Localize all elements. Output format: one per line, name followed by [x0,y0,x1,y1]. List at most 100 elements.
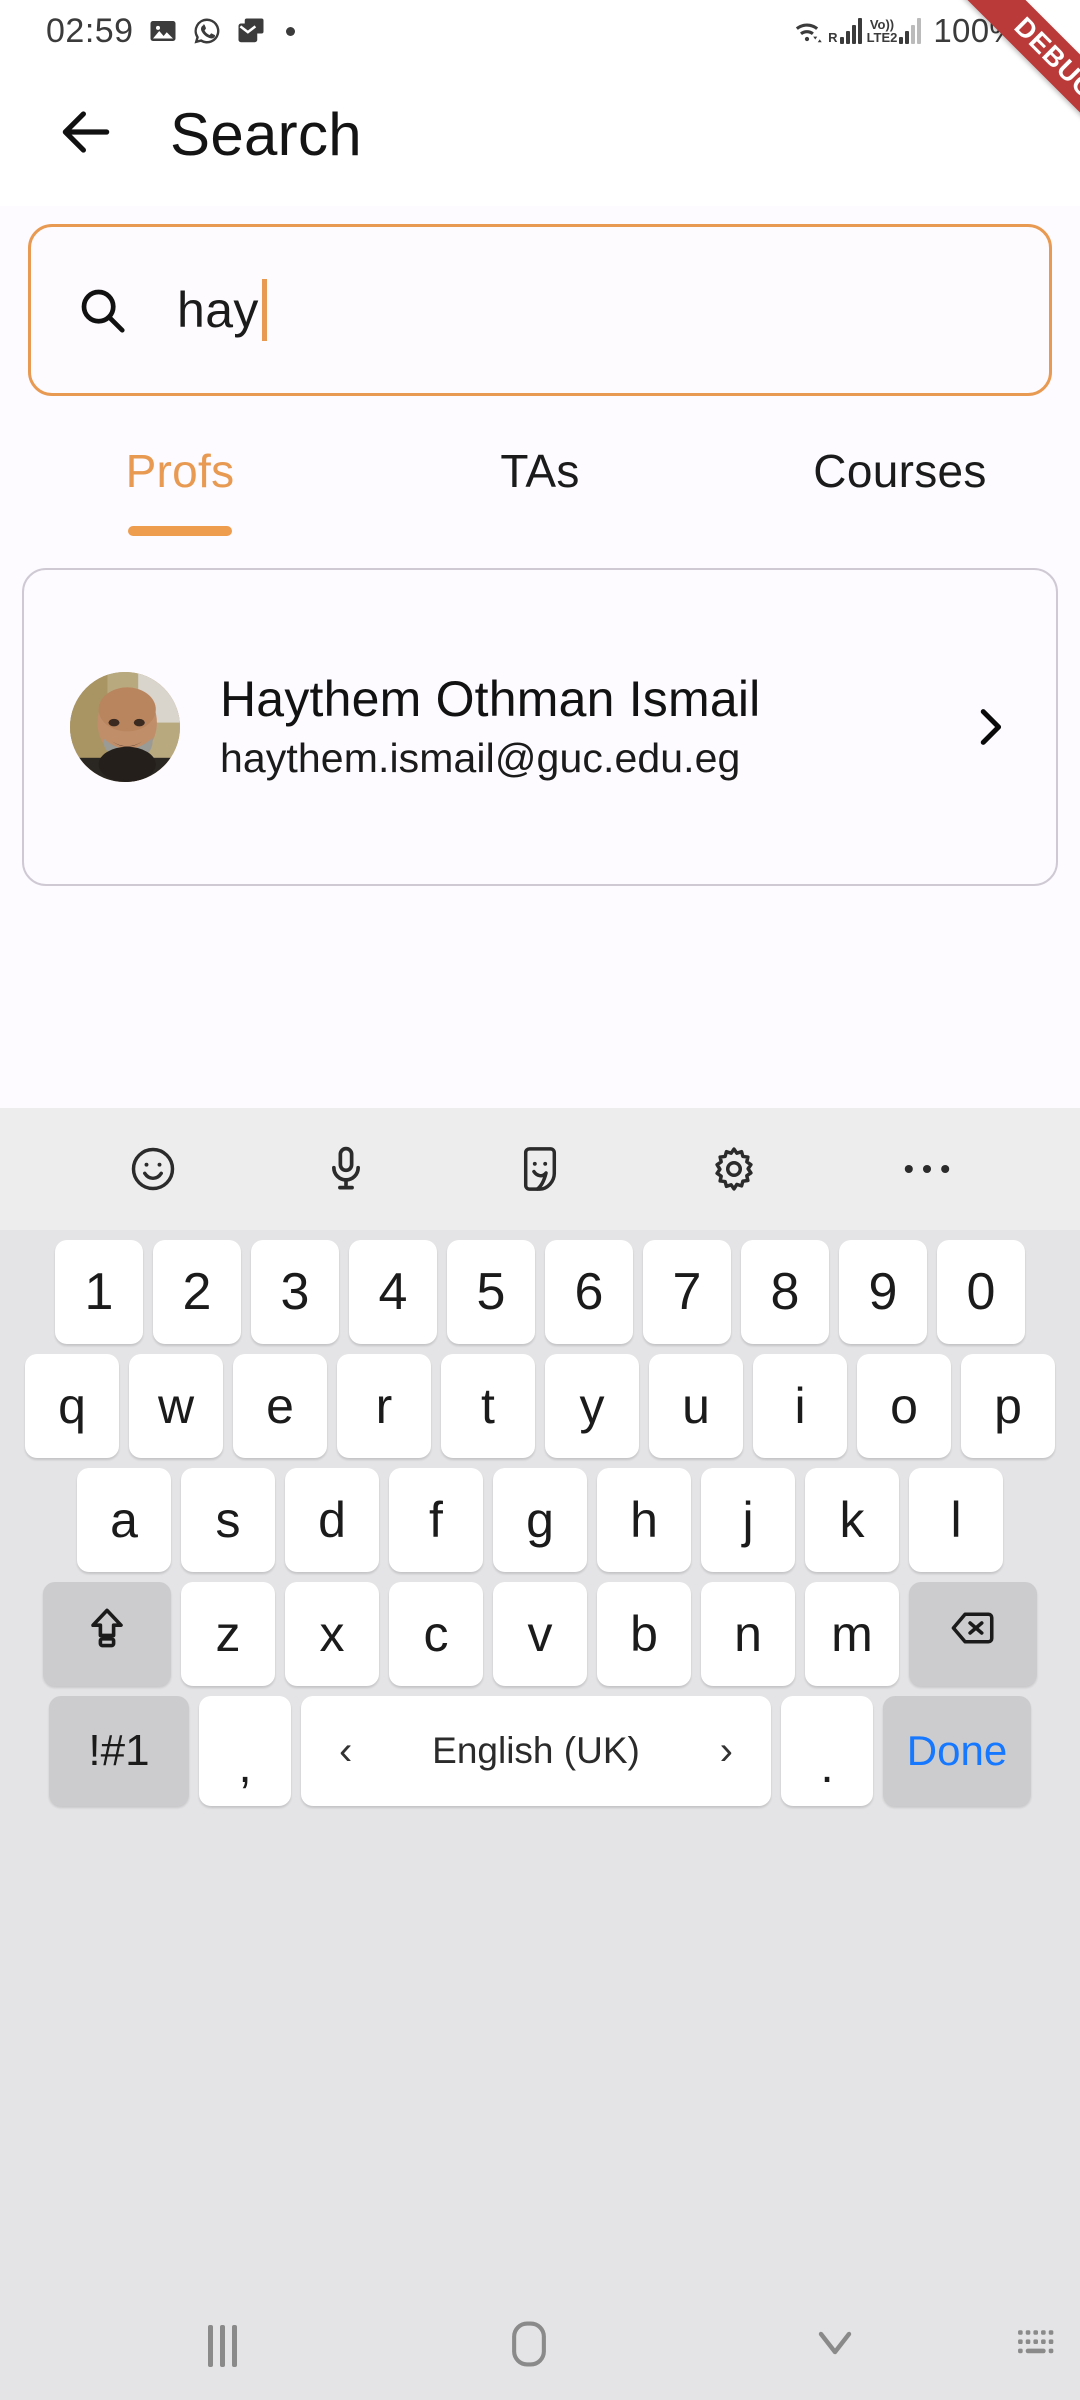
status-bar-right: R Vo)) LTE2 100% [791,12,1046,50]
chevron-down-icon [811,2324,859,2369]
network-type-label: LTE2 [866,30,898,45]
key-y[interactable]: y [545,1354,639,1458]
hide-keyboard-button[interactable] [996,2292,1080,2400]
emoji-icon[interactable] [108,1124,198,1214]
key-z[interactable]: z [181,1582,275,1686]
back-button[interactable] [40,88,132,180]
status-bar: 02:59 R Vo)) LTE2 100% [0,0,1080,62]
space-key[interactable]: ‹ English (UK) › [301,1696,771,1806]
tab-tas[interactable]: TAs [360,430,720,550]
text-caret [261,279,267,341]
recents-button[interactable] [180,2292,265,2400]
key-p[interactable]: p [961,1354,1055,1458]
key-q[interactable]: q [25,1354,119,1458]
key-e[interactable]: e [233,1354,327,1458]
key-3[interactable]: 3 [251,1240,339,1344]
key-2[interactable]: 2 [153,1240,241,1344]
sticker-icon[interactable] [495,1124,585,1214]
tab-profs[interactable]: Profs [0,430,360,550]
key-s[interactable]: s [181,1468,275,1572]
key-r[interactable]: r [337,1354,431,1458]
key-j[interactable]: j [701,1468,795,1572]
page-title: Search [170,100,362,168]
key-n[interactable]: n [701,1582,795,1686]
search-results-list: Haythem Othman Ismail haythem.ismail@guc… [0,568,1080,886]
key-t[interactable]: t [441,1354,535,1458]
microphone-icon[interactable] [301,1124,391,1214]
phone-screen: 02:59 R Vo)) LTE2 100% DEBUG Search hay … [0,0,1080,2400]
tab-tas-label: TAs [500,445,580,497]
app-bar: Search [0,62,1080,206]
done-key[interactable]: Done [883,1696,1031,1806]
key-i[interactable]: i [753,1354,847,1458]
key-u[interactable]: u [649,1354,743,1458]
chevron-left-icon[interactable]: ‹ [339,1731,352,1771]
key-d[interactable]: d [285,1468,379,1572]
backspace-icon [948,1603,998,1665]
search-input-value: hay [177,282,259,338]
avatar [70,672,180,782]
key-5[interactable]: 5 [447,1240,535,1344]
key-6[interactable]: 6 [545,1240,633,1344]
overflow-menu-icon[interactable] [882,1124,972,1214]
whatsapp-icon [192,16,222,46]
key-9[interactable]: 9 [839,1240,927,1344]
symbols-key[interactable]: !#1 [49,1696,189,1806]
hide-keyboard-icon [1015,2327,1061,2366]
sim2-signal: Vo)) LTE2 [867,18,922,44]
key-x[interactable]: x [285,1582,379,1686]
status-bar-clock: 02:59 [46,11,134,50]
sim1-signal: R [828,18,862,45]
home-button[interactable] [487,2292,572,2400]
shift-key[interactable] [43,1582,171,1686]
key-g[interactable]: g [493,1468,587,1572]
key-1[interactable]: 1 [55,1240,143,1344]
key-o[interactable]: o [857,1354,951,1458]
key-h[interactable]: h [597,1468,691,1572]
key-k[interactable]: k [805,1468,899,1572]
tab-courses-label: Courses [813,445,987,497]
key-m[interactable]: m [805,1582,899,1686]
wifi-icon [791,16,823,46]
key-l[interactable]: l [909,1468,1003,1572]
signal-bars-2 [899,18,922,44]
search-input[interactable]: hay [28,224,1052,396]
system-navigation-bar [0,2292,1080,2400]
key-8[interactable]: 8 [741,1240,829,1344]
key-v[interactable]: v [493,1582,587,1686]
key-a[interactable]: a [77,1468,171,1572]
back-button-nav[interactable] [793,2292,878,2400]
on-screen-keyboard: 1 2 3 4 5 6 7 8 9 0 q w e r t y u i o p … [0,1108,1080,2292]
input-language-label: English (UK) [432,1730,640,1771]
key-4[interactable]: 4 [349,1240,437,1344]
list-item[interactable]: Haythem Othman Ismail haythem.ismail@guc… [22,568,1058,886]
tab-courses[interactable]: Courses [720,430,1080,550]
comma-key[interactable]: , [199,1696,291,1806]
period-key[interactable]: . [781,1696,873,1806]
home-icon [506,2318,552,2375]
key-f[interactable]: f [389,1468,483,1572]
key-7[interactable]: 7 [643,1240,731,1344]
chevron-right-icon[interactable] [954,704,1024,750]
key-w[interactable]: w [129,1354,223,1458]
professor-name: Haythem Othman Ismail [220,671,761,728]
key-c[interactable]: c [389,1582,483,1686]
arrow-left-icon [55,101,117,168]
battery-percent-label: 100% [933,12,1019,49]
settings-gear-icon[interactable] [689,1124,779,1214]
roaming-label: R [828,30,838,45]
search-tabs: Profs TAs Courses [0,430,1080,550]
backspace-key[interactable] [909,1582,1037,1686]
keyboard-row-top: q w e r t y u i o p [7,1354,1073,1458]
keyboard-row-space: !#1 , ‹ English (UK) › . Done [7,1696,1073,1806]
tab-active-indicator [128,526,232,536]
tab-profs-label: Profs [125,445,235,497]
status-bar-left: 02:59 [46,12,295,51]
key-0[interactable]: 0 [937,1240,1025,1344]
keyboard-row-home: a s d f g h j k l [7,1468,1073,1572]
list-item-text: Haythem Othman Ismail haythem.ismail@guc… [220,670,954,784]
keyboard-row-bottom-letters: z x c v b n m [7,1582,1073,1686]
key-b[interactable]: b [597,1582,691,1686]
chevron-right-icon[interactable]: › [720,1731,733,1771]
photos-icon [148,16,178,46]
